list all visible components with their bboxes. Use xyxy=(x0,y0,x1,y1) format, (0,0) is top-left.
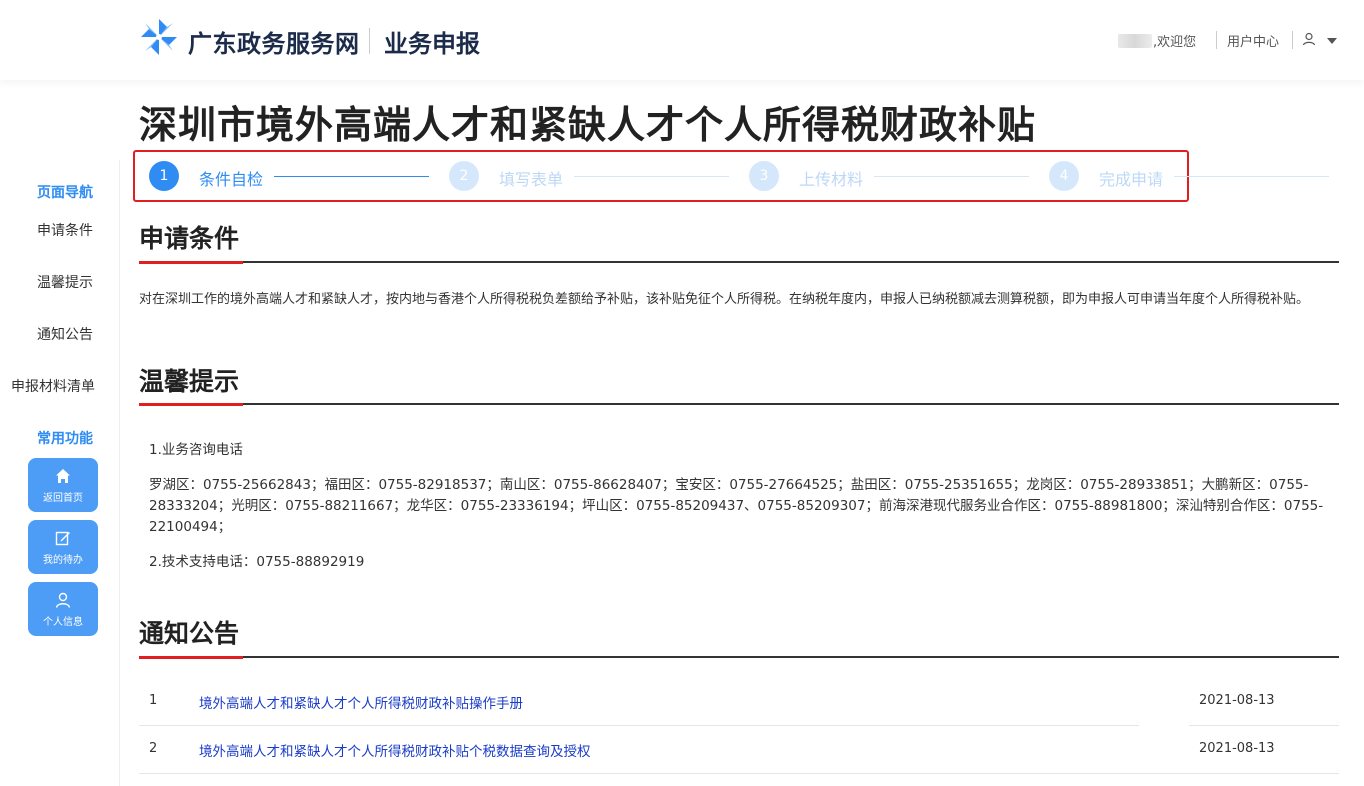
tips-line-3: 2.技术支持电话：0755-88892919 xyxy=(149,554,365,570)
step-1-circle: 1 xyxy=(149,161,179,191)
section-divider xyxy=(139,261,1339,264)
step-3-label[interactable]: 上传材料 xyxy=(799,166,863,190)
step-connector xyxy=(274,176,429,177)
step-4-label[interactable]: 完成申请 xyxy=(1099,166,1163,190)
brand-divider xyxy=(369,28,370,54)
step-2-label[interactable]: 填写表单 xyxy=(499,166,563,190)
sidebar-item-notices[interactable]: 通知公告 xyxy=(5,324,125,344)
step-connector xyxy=(574,176,729,177)
sidebar-item-tips[interactable]: 温馨提示 xyxy=(5,272,125,292)
notice-link[interactable]: 境外高端人才和紧缺人才个人所得税财政补贴个税数据查询及授权 xyxy=(199,740,591,760)
notice-date: 2021-08-13 xyxy=(1199,741,1275,756)
notices-title: 通知公告 xyxy=(139,619,240,648)
todo-button-label: 我的待办 xyxy=(43,555,83,566)
sidebar-item-materials[interactable]: 申报材料清单 xyxy=(0,376,113,396)
step-3-circle: 3 xyxy=(749,161,779,191)
home-button-label: 返回首页 xyxy=(43,493,83,504)
step-2-circle: 2 xyxy=(449,161,479,191)
conditions-text: 对在深圳工作的境外高端人才和紧缺人才，按内地与香港个人所得税税负差额给予补贴，该… xyxy=(139,292,1310,307)
table-row: 2 境外高端人才和紧缺人才个人所得税财政补贴个税数据查询及授权 2021-08-… xyxy=(139,726,1339,774)
table-row: 1 境外高端人才和紧缺人才个人所得税财政补贴操作手册 2021-08-13 xyxy=(139,678,1339,726)
notice-number: 2 xyxy=(149,741,158,756)
pinwheel-logo-icon[interactable] xyxy=(140,18,178,56)
edit-icon xyxy=(55,531,70,546)
row-divider xyxy=(139,773,1339,774)
section-divider xyxy=(139,656,1339,659)
header-separator xyxy=(1216,31,1217,49)
tips-phone-list: 罗湖区：0755-25662843；福田区：0755-82918537；南山区：… xyxy=(149,477,1324,535)
person-icon xyxy=(55,592,71,608)
profile-button[interactable]: 个人信息 xyxy=(28,582,98,636)
todo-button[interactable]: 我的待办 xyxy=(28,520,98,574)
conditions-title: 申请条件 xyxy=(139,224,240,253)
user-icon[interactable] xyxy=(1302,32,1316,46)
step-4-circle: 4 xyxy=(1049,161,1079,191)
chevron-down-icon[interactable] xyxy=(1327,38,1337,44)
page-title: 深圳市境外高端人才和紧缺人才个人所得税财政补贴 xyxy=(139,103,1037,147)
section-divider xyxy=(139,403,1339,406)
tips-title: 温馨提示 xyxy=(139,367,240,396)
notice-number: 1 xyxy=(149,693,158,708)
sidebar: 页面导航 申请条件 温馨提示 通知公告 申报材料清单 常用功能 返回首页 我的待… xyxy=(0,160,120,786)
tips-line-1: 1.业务咨询电话 xyxy=(149,442,243,458)
welcome-text: ,欢迎您 xyxy=(1153,35,1197,50)
sidebar-item-conditions[interactable]: 申请条件 xyxy=(5,220,125,240)
home-icon xyxy=(56,469,70,483)
sidebar-nav-heading: 页面导航 xyxy=(37,185,93,201)
user-center-link[interactable]: 用户中心 xyxy=(1227,31,1279,50)
step-connector xyxy=(1174,176,1329,177)
notice-link[interactable]: 境外高端人才和紧缺人才个人所得税财政补贴操作手册 xyxy=(199,692,523,712)
brand-subtitle: 业务申报 xyxy=(384,30,480,58)
header-separator xyxy=(1292,31,1293,49)
notice-date: 2021-08-13 xyxy=(1199,693,1275,708)
sidebar-func-heading: 常用功能 xyxy=(37,431,93,447)
brand-name[interactable]: 广东政务服务网 xyxy=(188,24,360,59)
home-button[interactable]: 返回首页 xyxy=(28,458,98,512)
step-connector xyxy=(874,176,1029,177)
profile-button-label: 个人信息 xyxy=(43,617,83,628)
username-blurred xyxy=(1118,34,1152,48)
site-header: 广东政务服务网 业务申报 ,欢迎您 用户中心 xyxy=(0,0,1364,80)
step-1-label[interactable]: 条件自检 xyxy=(199,166,263,190)
